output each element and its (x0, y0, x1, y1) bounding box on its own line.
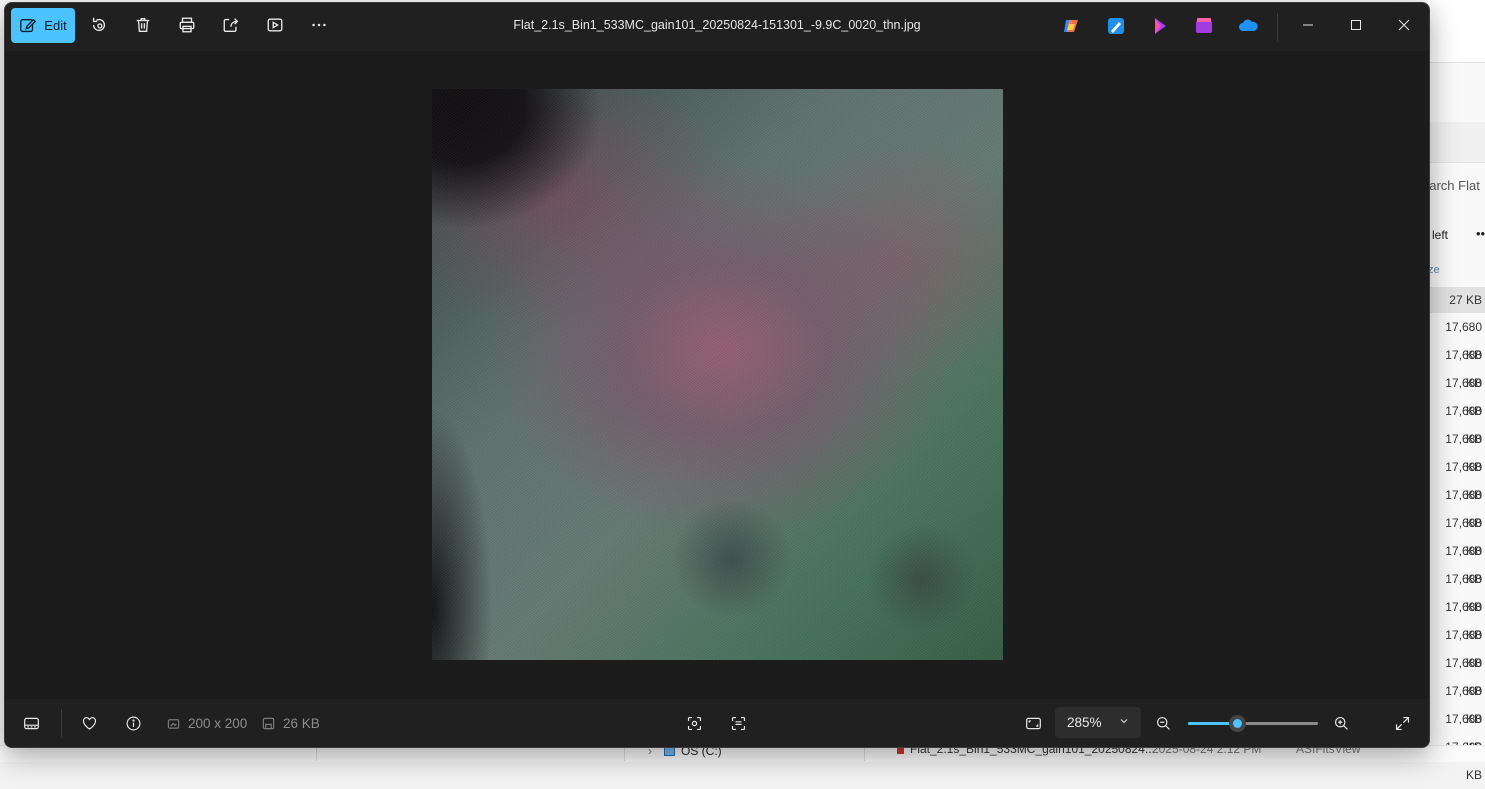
zoom-out-icon[interactable] (1153, 713, 1173, 733)
explorer-size-cell: 17,680 KB (1445, 600, 1482, 642)
explorer-size-cell: 17,680 KB (1445, 684, 1482, 726)
explorer-size-cell: 17,680 KB (1445, 348, 1482, 390)
onedrive-icon[interactable] (1238, 16, 1258, 36)
explorer-size-cell: 17,680 KB (1445, 460, 1482, 502)
zoom-in-icon[interactable] (1331, 713, 1351, 733)
explorer-address-band (1428, 122, 1485, 163)
explorer-size-cell: 17,680 KB (1445, 404, 1482, 446)
explorer-size-cell: 17,680 KB (1445, 432, 1482, 474)
explorer-size-cell: 17,680 KB (1445, 712, 1482, 754)
dimensions-text: 200 x 200 (188, 716, 248, 731)
status-bar: 200 x 200 26 KB 285% (5, 699, 1429, 747)
visual-search-icon[interactable] (684, 713, 704, 733)
scan-text-icon[interactable] (728, 713, 748, 733)
explorer-size-cell: 17,680 KB (1445, 516, 1482, 558)
minimize-icon[interactable] (1298, 15, 1318, 35)
info-icon[interactable] (123, 713, 143, 733)
image-dimensions: 200 x 200 (167, 716, 247, 731)
explorer-size-column: 27 KB 17,680 KB 17,680 KB 17,680 KB 17,680 K… (1428, 287, 1485, 782)
photos-viewer-window: Edit Flat_2.1s_Bin1_533MC_gain101_202508… (4, 2, 1430, 748)
file-size-text: 26 KB (283, 716, 320, 731)
image-noise-texture (432, 89, 1003, 660)
chevron-down-icon (1120, 719, 1128, 724)
statusbar-separator (61, 709, 62, 737)
favorite-icon[interactable] (79, 713, 99, 733)
fit-to-window-icon[interactable] (1023, 713, 1043, 733)
explorer-titlebar-fragment (1428, 0, 1485, 63)
explorer-sort-button[interactable]: left (1432, 228, 1448, 242)
copilot-icon[interactable] (1061, 16, 1081, 36)
save-icon (262, 717, 275, 730)
explorer-size-cell: 17,680 KB (1445, 544, 1482, 586)
explorer-size-cell: 27 KB (1428, 287, 1485, 313)
full-screen-icon[interactable] (1392, 713, 1412, 733)
title-bar: Edit Flat_2.1s_Bin1_533MC_gain101_202508… (5, 3, 1429, 51)
explorer-search-box[interactable]: earch Flat (1422, 178, 1480, 193)
zoom-slider[interactable] (1188, 715, 1318, 732)
photo-image[interactable] (432, 89, 1003, 660)
filmstrip-icon[interactable] (21, 713, 41, 733)
titlebar-separator (1277, 13, 1278, 41)
dimensions-icon (167, 719, 180, 729)
explorer-size-cell: 17,680 KB (1445, 488, 1482, 530)
designer-icon[interactable] (1194, 16, 1214, 36)
explorer-size-cell: 17,680 KB (1445, 376, 1482, 418)
zoom-level-dropdown[interactable]: 285% (1055, 707, 1141, 738)
file-size: 26 KB (262, 716, 320, 731)
zoom-slider-thumb[interactable] (1229, 715, 1247, 732)
explorer-size-cell: 17,680 KB (1445, 628, 1482, 670)
explorer-size-cell: 17,680 KB (1445, 320, 1482, 362)
image-canvas[interactable] (5, 51, 1429, 699)
explorer-size-cell: 17,680 KB (1445, 572, 1482, 614)
zoom-level-value: 285% (1067, 715, 1102, 730)
clipchamp-icon[interactable] (1150, 16, 1170, 36)
drive-icon (664, 747, 675, 757)
explorer-size-cell: 17,680 KB (1445, 656, 1482, 698)
maximize-icon[interactable] (1346, 15, 1366, 35)
paint-icon[interactable] (1106, 16, 1126, 36)
window-title: Flat_2.1s_Bin1_533MC_gain101_20250824-15… (513, 18, 921, 32)
close-icon[interactable] (1394, 15, 1414, 35)
explorer-more-icon[interactable]: ••• (1476, 226, 1485, 241)
